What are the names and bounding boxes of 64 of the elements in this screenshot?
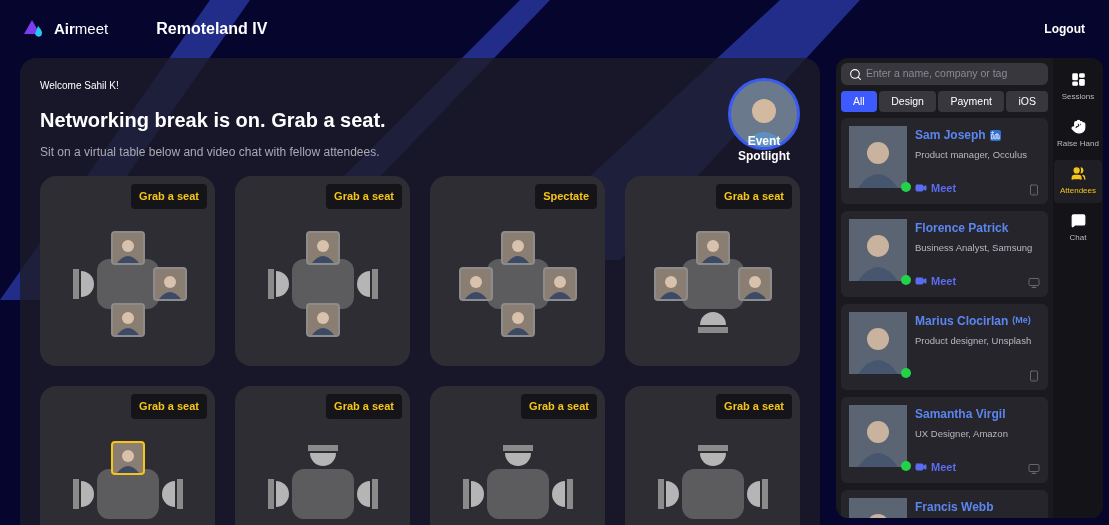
filter-chip[interactable]: Payment (938, 91, 1004, 112)
rail-tab[interactable]: Raise Hand (1054, 113, 1102, 156)
logout-link[interactable]: Logout (1044, 20, 1085, 38)
filter-chip[interactable]: Design (879, 91, 936, 112)
phone-icon (1028, 184, 1040, 196)
spotlight-label: Event Spotlight (737, 134, 791, 164)
logo-text: Airmeet (54, 18, 109, 39)
attendee-name[interactable]: Florence Patrick (915, 219, 1009, 237)
rail-tab[interactable]: Chat (1054, 207, 1102, 250)
search-icon (849, 67, 862, 81)
photo-placeholder (849, 219, 907, 281)
table-action-button[interactable]: Grab a seat (131, 394, 207, 419)
attendee-name[interactable]: Francis Webb (915, 498, 994, 516)
photo-placeholder (849, 126, 907, 188)
hand-icon (1070, 119, 1086, 134)
meet-button[interactable]: Meet (915, 179, 957, 196)
welcome-text: Welcome Sahil K! (40, 79, 120, 93)
meet-button[interactable]: Meet (915, 458, 957, 475)
attendee-card[interactable]: Florence Patrick Business Analyst, Samsung Meet (841, 211, 1048, 297)
meet-button[interactable]: Meet (915, 272, 957, 289)
search-field[interactable]: Enter a name, company or tag (866, 66, 1040, 82)
tabletop (96, 468, 159, 519)
table-action-button[interactable]: Grab a seat (326, 184, 402, 209)
table-action-button[interactable]: Grab a seat (326, 394, 402, 419)
attendee-title: UX Designer, Amazon (915, 427, 1009, 441)
table-action-button[interactable]: Grab a seat (521, 394, 597, 419)
photo-placeholder (849, 312, 907, 374)
table-action-button[interactable]: Grab a seat (716, 394, 792, 419)
tabletop (486, 468, 549, 519)
tabletop (681, 468, 744, 519)
attendees-icon (1070, 166, 1086, 181)
sessions-icon (1070, 72, 1086, 87)
page-heading: Networking break is on. Grab a seat. (40, 108, 386, 133)
video-camera-icon (915, 181, 927, 194)
me-tag: (Me) (1012, 314, 1031, 328)
linkedin-icon[interactable] (989, 129, 1001, 141)
video-camera-icon (915, 460, 927, 473)
page-subheading: Sit on a virtual table below and video chat with fellow attendees. (40, 144, 381, 161)
tabletop (291, 468, 354, 519)
attendee-name[interactable]: Marius Clocirlan (915, 312, 1009, 330)
attendee-card[interactable]: Marius Clocirlan (Me) Product designer, Unsplash (841, 304, 1048, 390)
table-action-button[interactable]: Spectate (535, 184, 597, 209)
attendee-title: Product designer, Unsplash (915, 334, 1033, 348)
monitor-icon (1028, 463, 1040, 475)
attendee-card[interactable]: Samantha Virgil UX Designer, Amazon Meet (841, 397, 1048, 483)
attendee-card[interactable]: Francis Webb (841, 490, 1048, 518)
table-action-button[interactable]: Grab a seat (716, 184, 792, 209)
video-camera-icon (915, 274, 927, 287)
table-action-button[interactable]: Grab a seat (131, 184, 207, 209)
chat-icon (1070, 213, 1086, 228)
rail-tab[interactable]: Attendees (1054, 160, 1102, 203)
phone-icon (1028, 370, 1040, 382)
attendee-card[interactable]: Sam Joseph Product manager, Occulus Meet (841, 118, 1048, 204)
attendee-title: Product manager, Occulus (915, 148, 1028, 162)
attendee-title: Business Analyst, Samsung (915, 241, 1034, 255)
filter-chip[interactable]: iOS (1006, 91, 1048, 112)
rail-tab[interactable]: Sessions (1054, 66, 1102, 109)
attendee-name[interactable]: Samantha Virgil (915, 405, 1006, 423)
search-bar[interactable]: Enter a name, company or tag (841, 63, 1048, 85)
attendee-name[interactable]: Sam Joseph (915, 126, 986, 144)
photo-placeholder (849, 405, 907, 467)
monitor-icon (1028, 277, 1040, 289)
filter-chip[interactable]: All (841, 91, 877, 112)
event-title: Remoteland IV (156, 19, 268, 39)
